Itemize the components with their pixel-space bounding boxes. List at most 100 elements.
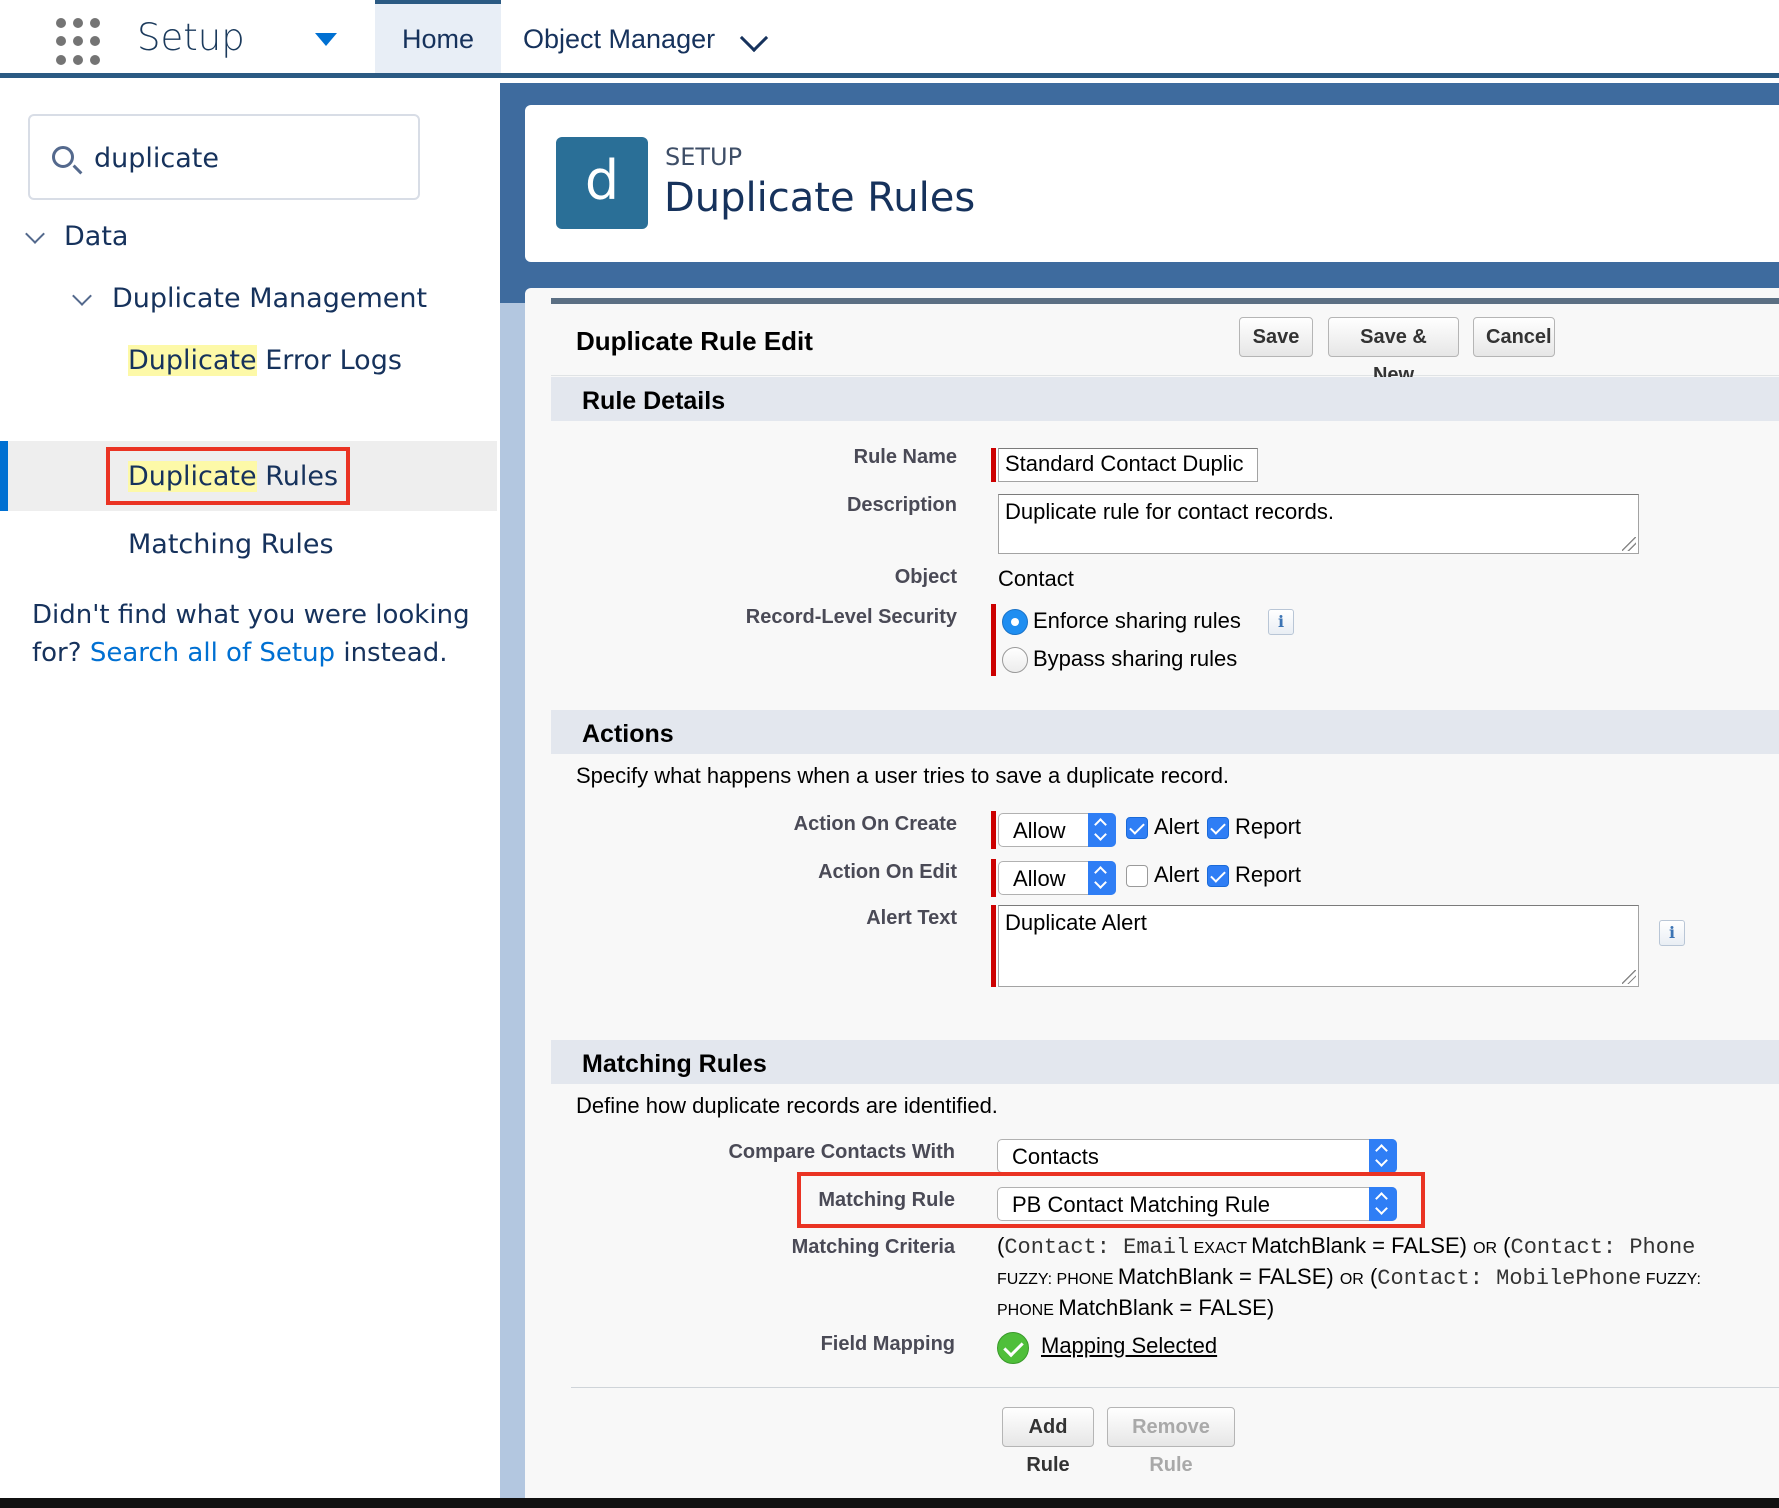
description-textarea[interactable]: Duplicate rule for contact records. bbox=[998, 494, 1639, 554]
app-launcher-icon[interactable] bbox=[56, 18, 104, 66]
quick-find-input[interactable] bbox=[94, 138, 394, 178]
edit-alert-label: Alert bbox=[1154, 862, 1200, 887]
info-icon[interactable]: i bbox=[1659, 920, 1685, 946]
cancel-button[interactable]: Cancel bbox=[1473, 317, 1555, 357]
tree-item-label: Matching Rules bbox=[128, 529, 334, 560]
app-title: Setup bbox=[137, 16, 245, 59]
required-indicator bbox=[991, 604, 996, 676]
bypass-sharing-radio[interactable] bbox=[1002, 647, 1028, 673]
divider bbox=[571, 1387, 1779, 1388]
save-and-new-button[interactable]: Save & New bbox=[1328, 317, 1459, 386]
action-on-edit-select[interactable]: Allow bbox=[998, 861, 1116, 895]
create-alert-label: Alert bbox=[1154, 814, 1200, 839]
save-button[interactable]: Save bbox=[1239, 317, 1313, 357]
select-value: PB Contact Matching Rule bbox=[1012, 1192, 1271, 1217]
tab-object-manager[interactable]: Object Manager bbox=[523, 0, 715, 73]
panel-title: Duplicate Rule Edit bbox=[576, 326, 813, 356]
select-arrows-icon bbox=[1369, 1139, 1397, 1173]
description-value: Duplicate rule for contact records. bbox=[1005, 499, 1334, 524]
record-level-security-label: Record-Level Security bbox=[745, 606, 957, 628]
tree-item-data[interactable]: Data bbox=[64, 221, 128, 252]
alert-text-value: Duplicate Alert bbox=[1005, 910, 1147, 935]
search-all-setup-link[interactable]: Search all of Setup bbox=[90, 638, 335, 668]
enforce-sharing-label: Enforce sharing rules bbox=[1033, 608, 1241, 633]
tree-item-duplicate-error-logs[interactable]: Duplicate Error Logs bbox=[128, 345, 402, 376]
required-indicator bbox=[991, 859, 996, 897]
criteria-operator: OR bbox=[1339, 1271, 1364, 1288]
check-icon bbox=[997, 1332, 1029, 1364]
criteria-field: Contact: Email bbox=[1004, 1235, 1190, 1260]
chevron-down-icon[interactable] bbox=[25, 224, 45, 244]
remove-rule-button[interactable]: Remove Rule bbox=[1107, 1407, 1235, 1476]
tree-item-matching-rules[interactable]: Matching Rules bbox=[128, 529, 334, 560]
panel-header: Duplicate Rule Edit Save Save & New Canc… bbox=[551, 304, 1779, 386]
object-value: Contact bbox=[998, 566, 1074, 591]
select-arrows-icon bbox=[1369, 1187, 1397, 1221]
section-heading: Actions bbox=[582, 720, 674, 748]
tree-item-duplicate-management[interactable]: Duplicate Management bbox=[112, 283, 427, 314]
window-bottom-edge bbox=[0, 1498, 1779, 1508]
actions-description: Specify what happens when a user tries t… bbox=[576, 763, 1230, 788]
edit-report-checkbox[interactable] bbox=[1207, 865, 1229, 887]
page-header: d SETUP Duplicate Rules bbox=[525, 105, 1779, 262]
criteria-field: Contact: MobilePhone bbox=[1377, 1266, 1642, 1291]
criteria-text: ( bbox=[1363, 1264, 1378, 1289]
matching-criteria-label: Matching Criteria bbox=[791, 1236, 955, 1258]
section-heading: Rule Details bbox=[582, 387, 726, 415]
matching-criteria-value: ( Contact: Email EXACT MatchBlank = FALSE… bbox=[997, 1232, 1717, 1325]
app-dropdown-icon[interactable] bbox=[315, 33, 337, 46]
page-eyebrow: SETUP bbox=[665, 143, 743, 171]
select-arrows-icon bbox=[1088, 861, 1116, 895]
section-rule-details: Rule Details bbox=[551, 377, 1779, 421]
select-arrows-icon bbox=[1088, 813, 1116, 847]
create-alert-checkbox[interactable] bbox=[1126, 817, 1148, 839]
matching-rule-select[interactable]: PB Contact Matching Rule bbox=[997, 1187, 1397, 1221]
edit-report-label: Report bbox=[1235, 862, 1302, 887]
create-report-checkbox[interactable] bbox=[1207, 817, 1229, 839]
field-mapping-label: Field Mapping bbox=[820, 1333, 955, 1355]
not-found-suffix: instead. bbox=[335, 638, 448, 668]
search-icon bbox=[52, 146, 74, 168]
criteria-text: MatchBlank = FALSE) bbox=[1058, 1295, 1275, 1320]
bypass-sharing-label: Bypass sharing rules bbox=[1033, 646, 1238, 671]
object-label: Object bbox=[894, 566, 957, 588]
edit-alert-checkbox[interactable] bbox=[1126, 865, 1148, 887]
add-rule-button[interactable]: Add Rule bbox=[1002, 1407, 1094, 1476]
resize-handle-icon[interactable] bbox=[1622, 970, 1636, 984]
quick-find-box[interactable] bbox=[28, 114, 420, 200]
tab-home[interactable]: Home bbox=[375, 0, 501, 73]
alert-text-textarea[interactable]: Duplicate Alert bbox=[998, 905, 1639, 987]
chevron-down-icon[interactable] bbox=[72, 286, 92, 306]
enforce-sharing-radio[interactable] bbox=[1002, 609, 1028, 635]
tree-item-label: Error Logs bbox=[256, 345, 402, 376]
criteria-field: Contact: Phone bbox=[1510, 1235, 1696, 1260]
compare-with-label: Compare Contacts With bbox=[728, 1141, 955, 1163]
alert-text-label: Alert Text bbox=[866, 907, 957, 929]
create-report-label: Report bbox=[1235, 814, 1302, 839]
section-heading: Matching Rules bbox=[582, 1050, 767, 1078]
rule-name-label: Rule Name bbox=[853, 446, 957, 468]
criteria-method: FUZZY: PHONE bbox=[997, 1271, 1118, 1288]
compare-with-select[interactable]: Contacts bbox=[997, 1139, 1397, 1173]
description-label: Description bbox=[846, 494, 957, 516]
section-matching-rules: Matching Rules bbox=[551, 1040, 1779, 1084]
required-indicator bbox=[991, 448, 996, 482]
action-on-create-label: Action On Create bbox=[793, 813, 957, 835]
resize-handle-icon[interactable] bbox=[1622, 537, 1636, 551]
mapping-selected-link[interactable]: Mapping Selected bbox=[1041, 1333, 1217, 1359]
duplicate-rules-icon: d bbox=[556, 137, 648, 229]
not-found-message: Didn't find what you were looking for? S… bbox=[32, 596, 472, 672]
info-icon[interactable]: i bbox=[1268, 609, 1294, 635]
select-value: Allow bbox=[1013, 818, 1066, 843]
edit-panel-body: Duplicate Rule Edit Save Save & New Canc… bbox=[551, 298, 1779, 1498]
section-actions: Actions bbox=[551, 710, 1779, 754]
criteria-operator: OR bbox=[1473, 1240, 1498, 1257]
action-on-create-select[interactable]: Allow bbox=[998, 813, 1116, 847]
matching-description: Define how duplicate records are identif… bbox=[576, 1093, 998, 1118]
page-title: Duplicate Rules bbox=[664, 175, 976, 221]
rule-name-input[interactable]: Standard Contact Duplic bbox=[998, 448, 1258, 482]
criteria-method: EXACT bbox=[1189, 1240, 1252, 1257]
select-value: Contacts bbox=[1012, 1144, 1099, 1169]
chevron-down-icon[interactable] bbox=[739, 23, 769, 53]
criteria-text: ( bbox=[1497, 1233, 1511, 1258]
